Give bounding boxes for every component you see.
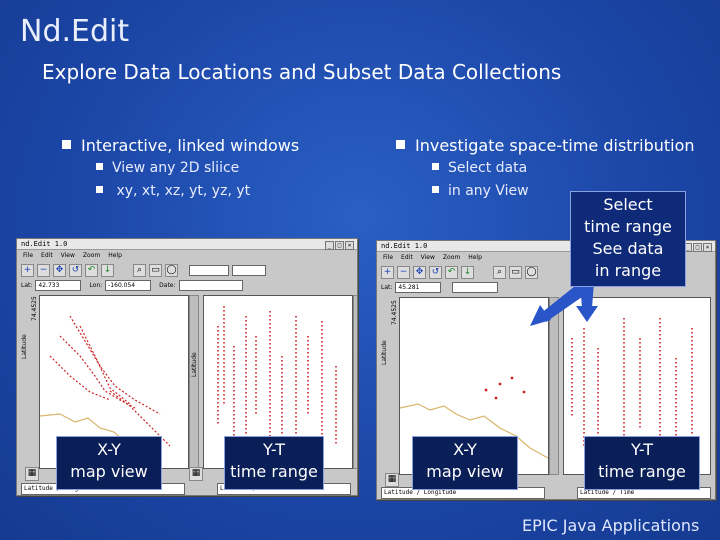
label-xy-map-view-2: X-Y map view (412, 436, 518, 490)
callout-line-2: time range (584, 217, 672, 236)
select-time-range-callout: Select time range See data in range (570, 191, 686, 287)
label-xy2-line1: X-Y (453, 440, 477, 459)
callout-line-3: See data (592, 239, 664, 258)
label-yt-line2: time range (230, 462, 318, 481)
callout-line-4: in range (594, 261, 662, 280)
label-yt-time-range-2: Y-T time range (584, 436, 700, 490)
label-xy-line2: map view (70, 462, 148, 481)
label-yt-line1: Y-T (263, 440, 285, 459)
label-yt2-line1: Y-T (631, 440, 653, 459)
footer-text: EPIC Java Applications (522, 516, 700, 535)
callout-line-1: Select (603, 195, 653, 214)
selection-ellipse (453, 316, 545, 366)
label-xy-map-view: X-Y map view (56, 436, 162, 490)
label-yt2-line2: time range (598, 462, 686, 481)
label-yt-time-range: Y-T time range (224, 436, 324, 490)
label-xy-line1: X-Y (97, 440, 121, 459)
label-xy2-line2: map view (426, 462, 504, 481)
